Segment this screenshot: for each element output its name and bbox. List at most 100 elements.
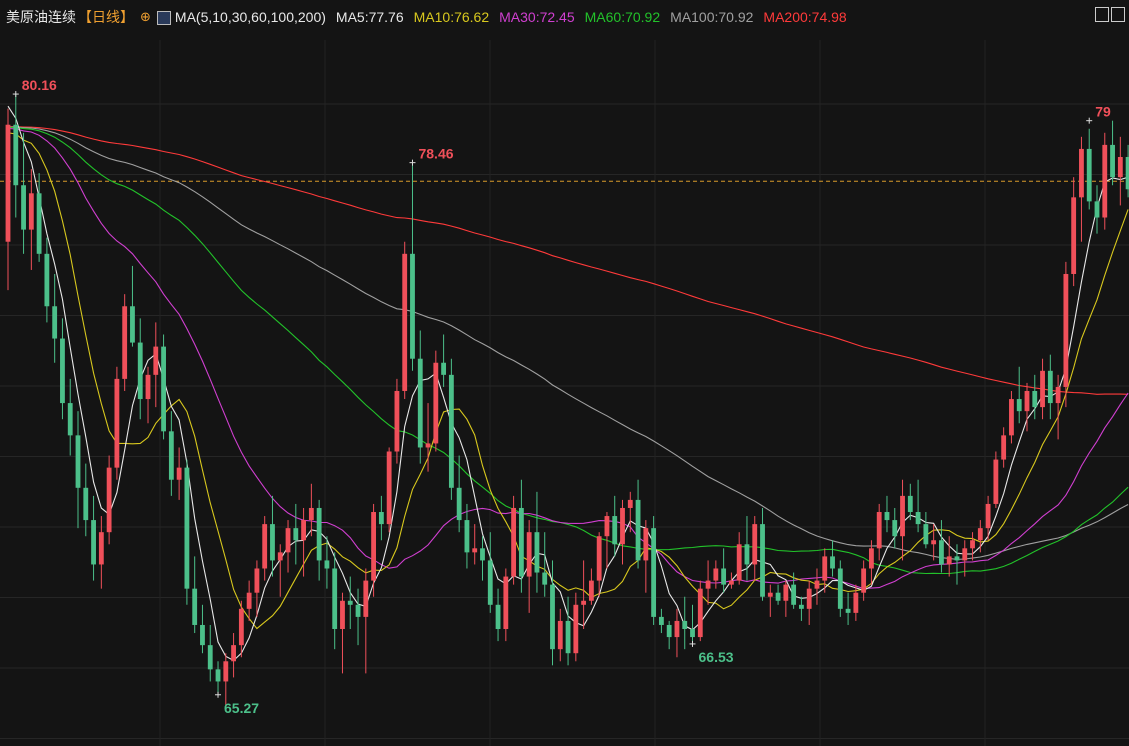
candle-body (28, 193, 34, 230)
candle-body (83, 487, 89, 521)
candle-body (612, 516, 618, 545)
candle-body (223, 661, 229, 682)
candle-body (643, 528, 649, 561)
candle-body (581, 600, 587, 605)
candlestick-plot[interactable]: 80.16 78.46 65.27 66.53 79 (0, 0, 1129, 746)
candle-body (573, 604, 579, 654)
candle-body (168, 431, 174, 480)
ma100-line (7, 126, 1129, 560)
candle-body (799, 604, 804, 609)
extreme-price-label: 65.27 (224, 700, 259, 716)
candle-body (161, 346, 166, 432)
extreme-price-label: 78.46 (418, 146, 453, 162)
candle-body (1016, 399, 1022, 412)
candle-body (620, 507, 625, 545)
candle-body (977, 528, 983, 541)
candle-body (262, 524, 268, 569)
candle-body (939, 540, 944, 565)
candle-body (993, 459, 999, 504)
candle-body (36, 193, 42, 254)
candle-body (744, 544, 750, 565)
candle-body (526, 532, 532, 577)
candle-body (231, 645, 236, 662)
candle-body (347, 600, 353, 605)
ma60-line (7, 126, 1129, 575)
candle-body (651, 528, 657, 617)
candle-body (21, 185, 26, 230)
candle-body (853, 592, 859, 613)
ma10-line (7, 132, 1129, 630)
candle-body (690, 629, 695, 638)
candle-body (1110, 144, 1115, 178)
candle-body (635, 499, 641, 561)
candle-body (1055, 386, 1061, 404)
candle-body (822, 556, 828, 581)
candle-body (946, 556, 952, 565)
candle-body (5, 124, 11, 242)
candle-body (67, 403, 73, 436)
candle-body (534, 532, 540, 573)
candle-body (736, 544, 742, 581)
candle-body (915, 512, 921, 525)
candle-body (386, 451, 392, 525)
candle-body (246, 592, 252, 609)
candle-body (324, 560, 330, 569)
candle-body (814, 580, 820, 589)
candle-body (845, 608, 851, 613)
candle-body (480, 548, 485, 561)
extreme-price-label: 79 (1095, 104, 1111, 120)
candle-body (604, 516, 610, 537)
candle-body (254, 568, 260, 593)
candle-body (270, 524, 275, 561)
candle-body (1071, 197, 1077, 274)
candle-body (674, 620, 680, 638)
candle-body (931, 540, 937, 545)
candle-body (60, 338, 65, 404)
candle-body (511, 507, 517, 577)
candle-body (192, 588, 198, 625)
candle-body (238, 608, 244, 646)
candle-body (122, 306, 128, 379)
candle-body (456, 487, 462, 521)
candle-body (285, 528, 291, 553)
candle-body (277, 552, 283, 561)
candle-body (697, 588, 703, 638)
candle-body (721, 568, 727, 585)
candle-body (200, 624, 205, 646)
candle-body (371, 512, 377, 581)
candle-body (130, 306, 135, 343)
candle-body (1009, 399, 1014, 436)
candle-body (1047, 370, 1053, 404)
candle-body (884, 512, 890, 521)
candle-body (316, 507, 322, 561)
candle-body (340, 600, 345, 630)
candle-body (923, 524, 929, 545)
candle-body (402, 253, 408, 391)
candle-body (627, 499, 633, 508)
candle-body (869, 548, 874, 569)
candle-body (44, 253, 50, 307)
candle-body (783, 584, 789, 601)
candle-body (464, 520, 470, 553)
candle-body (75, 435, 81, 488)
candle-body (892, 520, 898, 537)
candle-body (557, 620, 563, 650)
candle-body (791, 584, 797, 605)
candle-body (1117, 156, 1123, 178)
candle-body (441, 362, 447, 375)
candle-body (433, 362, 439, 444)
candle-body (417, 358, 423, 448)
candle-body (503, 576, 509, 630)
candle-body (900, 495, 905, 537)
candle-body (682, 620, 688, 630)
candle-body (1102, 144, 1108, 218)
candle-body (184, 467, 190, 589)
candle-body (1001, 435, 1007, 460)
candle-body (410, 253, 415, 359)
candle-body (293, 528, 299, 541)
candle-body (1063, 273, 1069, 387)
candle-body (363, 580, 369, 617)
candle-body (106, 467, 112, 533)
candle-body (775, 592, 781, 601)
candle-body (301, 520, 306, 541)
